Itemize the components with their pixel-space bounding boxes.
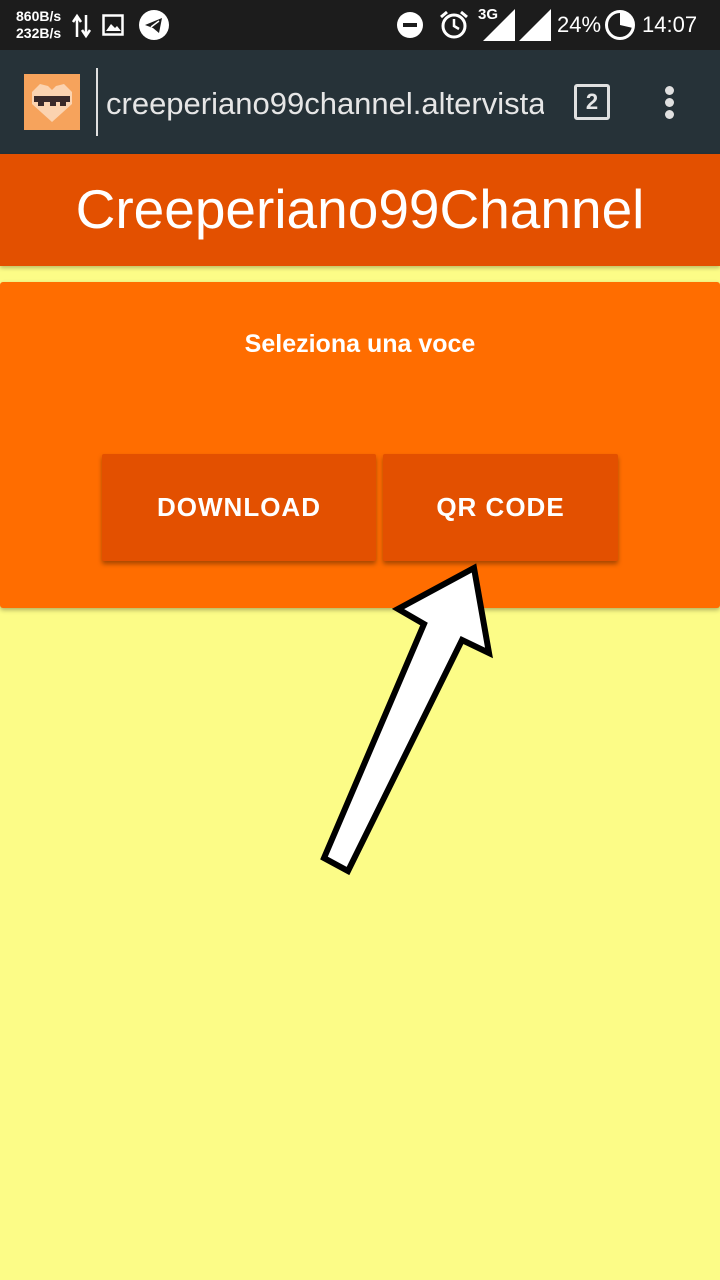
download-button[interactable]: DOWNLOAD — [102, 454, 376, 561]
page-title: Creeperiano99Channel — [75, 178, 645, 240]
transfer-arrows-icon — [72, 13, 92, 39]
upload-speed: 232B/s — [16, 25, 62, 41]
pixel-heart-icon — [32, 84, 72, 122]
download-speed: 860B/s — [16, 8, 62, 24]
battery-percentage: 24% — [557, 12, 602, 37]
qr-code-button[interactable]: QR CODE — [383, 454, 618, 561]
overflow-menu-icon[interactable] — [650, 78, 690, 126]
battery-icon — [605, 10, 635, 40]
signal-icon-2 — [519, 9, 551, 41]
telegram-icon — [139, 10, 169, 40]
card-heading: Seleziona una voce — [244, 330, 476, 358]
alarm-icon — [440, 10, 468, 39]
image-icon — [102, 14, 124, 36]
clock: 14:07 — [642, 12, 698, 37]
network-speed: 860B/s 232B/s — [16, 8, 61, 42]
page-header: Creeperiano99Channel — [0, 154, 720, 266]
tab-switcher-button[interactable]: 2 — [574, 84, 610, 120]
signal-icon — [483, 9, 515, 41]
status-bar: 860B/s 232B/s 3G 24% 14:07 — [0, 0, 720, 50]
do-not-disturb-icon — [397, 12, 423, 38]
url-bar[interactable]: creeperiano99channel.altervista — [106, 84, 544, 124]
options-card: Seleziona una voce DOWNLOAD QR CODE — [0, 282, 720, 608]
url-divider — [96, 68, 98, 136]
site-favicon[interactable] — [24, 74, 80, 130]
browser-toolbar: creeperiano99channel.altervista 2 — [0, 50, 720, 154]
